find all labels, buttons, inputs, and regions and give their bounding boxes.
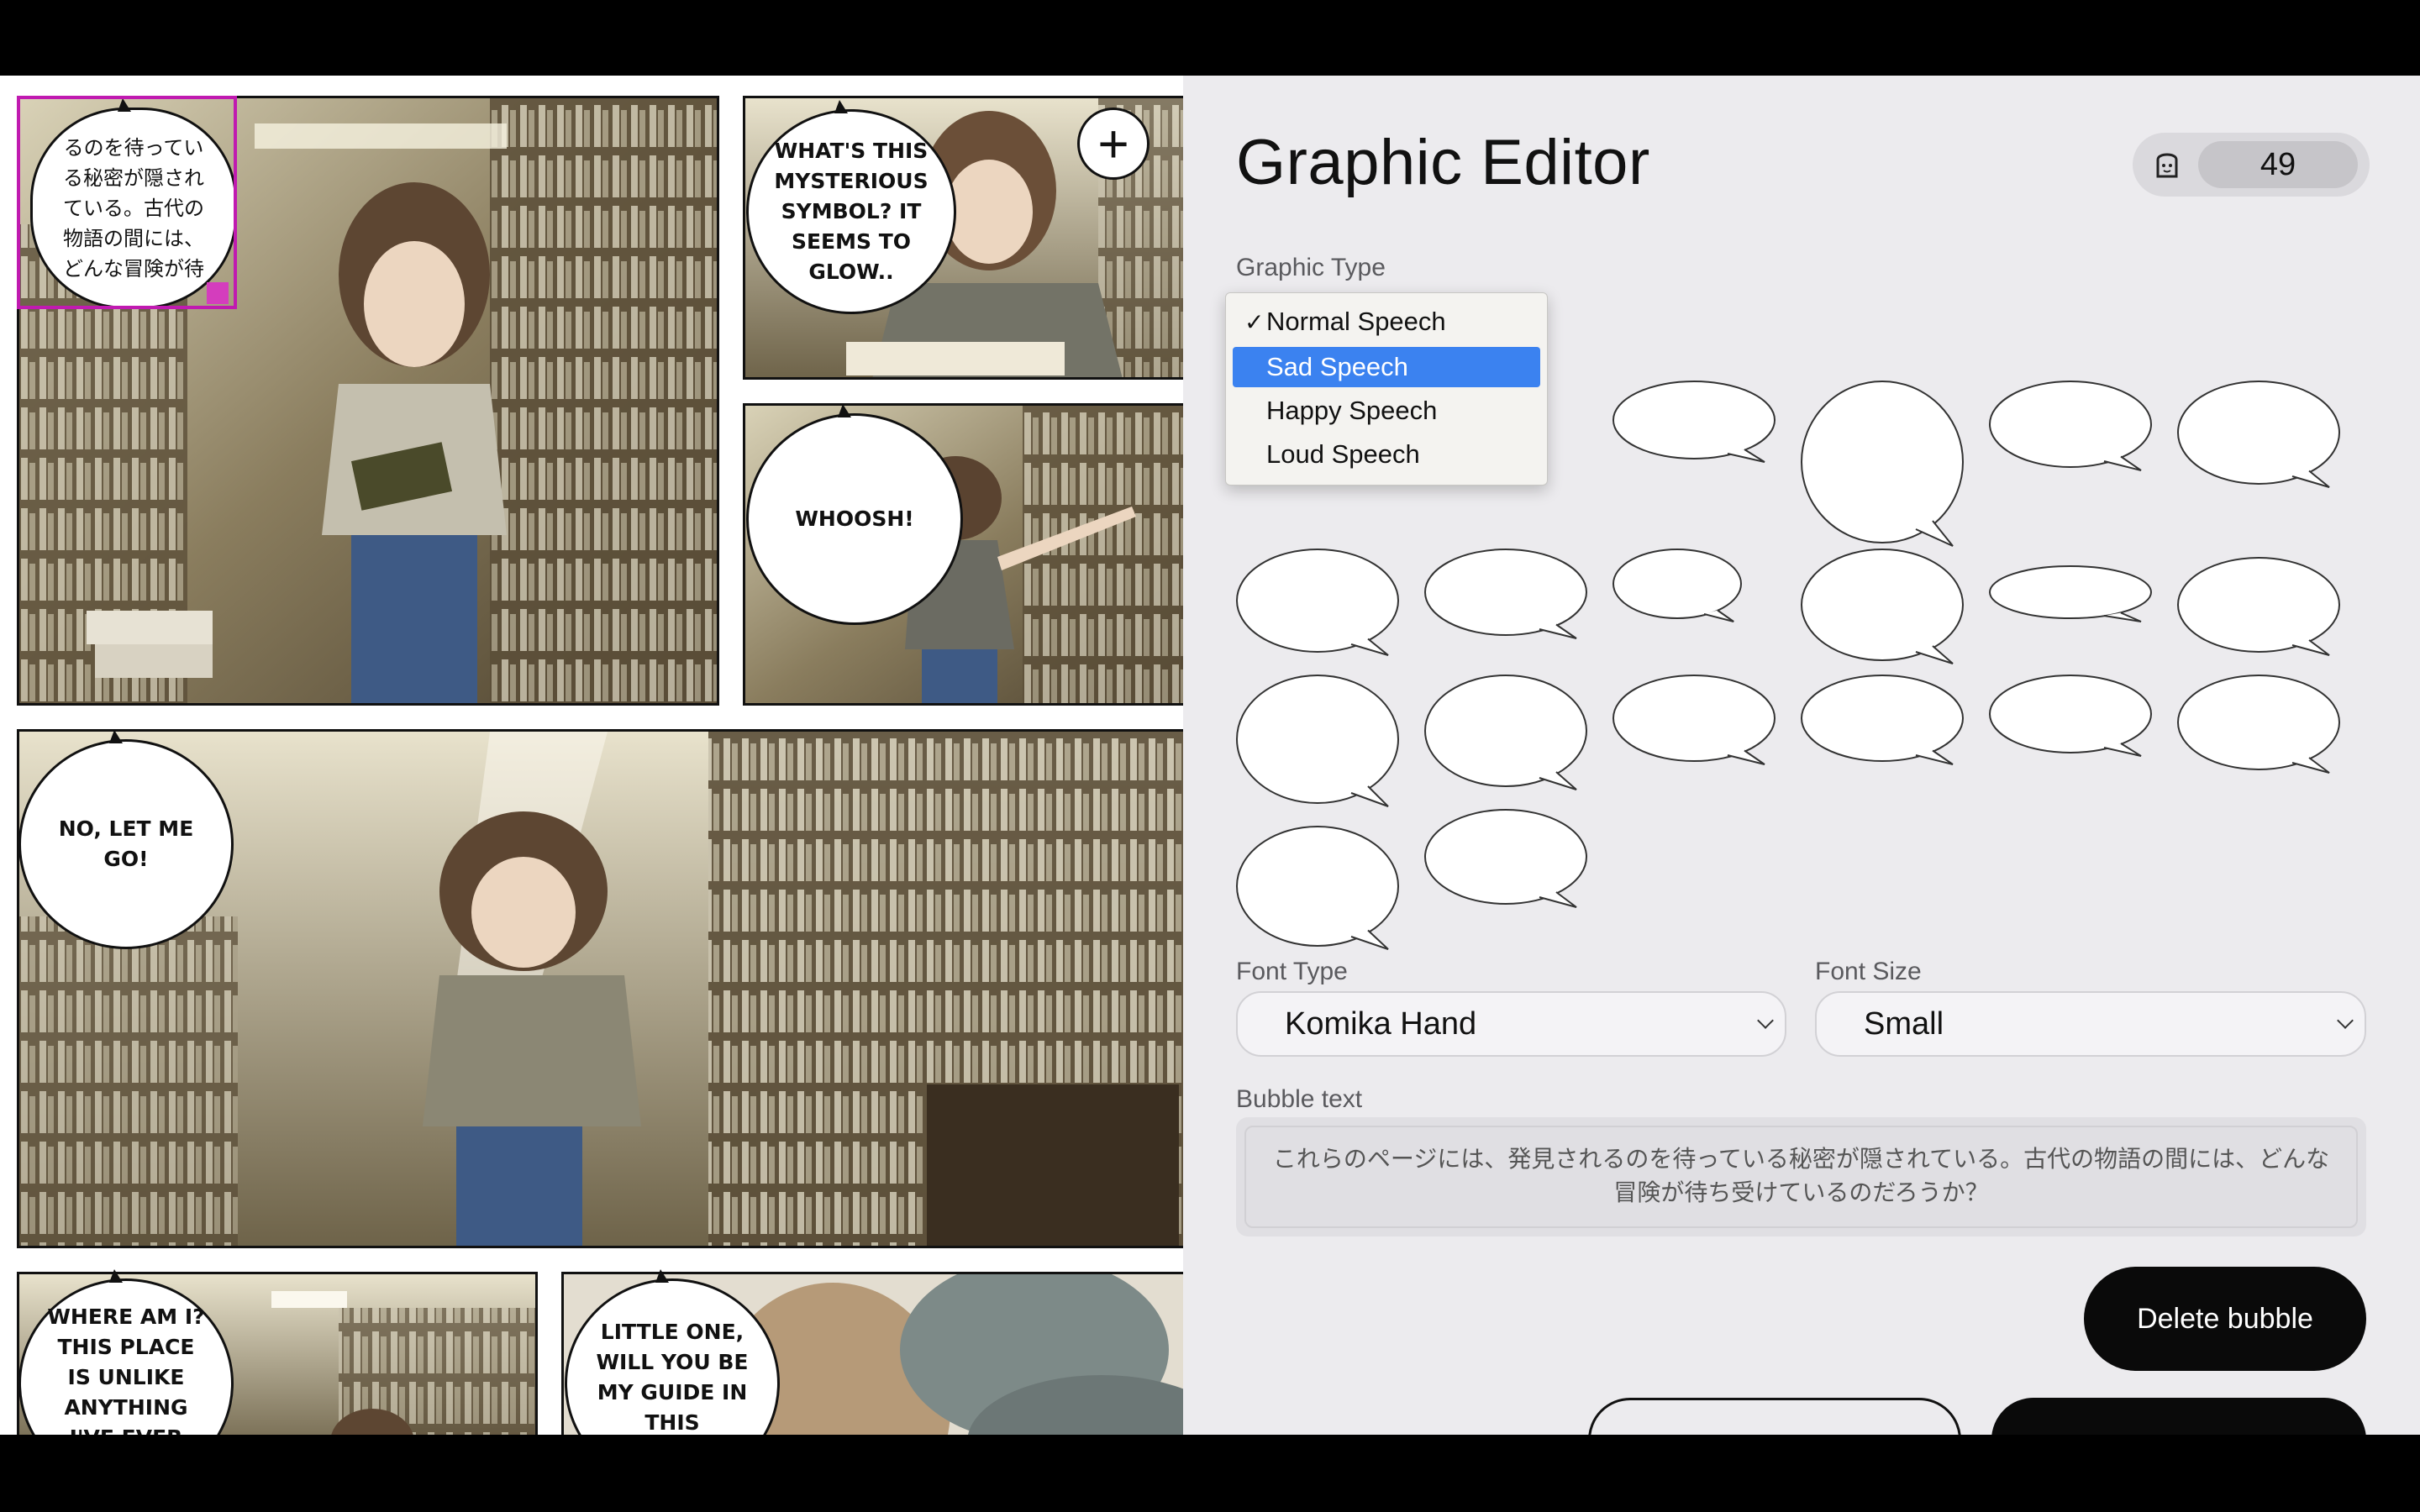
speech-bubble[interactable]: No, let me go! bbox=[18, 730, 234, 949]
speech-bubble-icon bbox=[1236, 826, 1399, 950]
toast-icon bbox=[2156, 153, 2178, 178]
bubble-text-input[interactable]: これらのページには、発見されるのを待っている秘密が隠されている。古代の物語の間に… bbox=[1236, 1117, 2366, 1236]
speech-bubble-icon bbox=[1612, 381, 1776, 463]
speech-bubble-icon bbox=[1236, 675, 1399, 807]
graphic-editor-panel: Graphic Editor 49 Graphic Type Font Type… bbox=[1183, 76, 2420, 1435]
speech-bubble-icon bbox=[1612, 549, 1742, 622]
bottom-letterbox bbox=[0, 1435, 2420, 1512]
speech-bubble-icon bbox=[1236, 549, 1399, 656]
credits-count: 49 bbox=[2198, 141, 2358, 188]
speech-bubble-icon bbox=[1989, 381, 2152, 471]
bubble-style-option[interactable] bbox=[1986, 378, 2154, 471]
bubble-style-option[interactable] bbox=[1798, 546, 1966, 664]
dropdown-item-happy-speech[interactable]: Happy Speech bbox=[1233, 391, 1540, 431]
selection-outline bbox=[17, 96, 237, 309]
dropdown-item-normal-speech[interactable]: ✓ Normal Speech bbox=[1233, 302, 1540, 342]
bubble-style-option[interactable] bbox=[1986, 672, 2154, 757]
top-letterbox bbox=[0, 0, 2420, 76]
add-bubble-button[interactable]: + bbox=[1077, 108, 1150, 180]
font-size-label: Font Size bbox=[1815, 958, 1922, 985]
bubble-style-option[interactable] bbox=[2175, 378, 2343, 488]
bubble-style-option[interactable] bbox=[1610, 672, 1778, 765]
dropdown-item-loud-speech[interactable]: Loud Speech bbox=[1233, 434, 1540, 475]
speech-bubble-icon bbox=[1989, 675, 2152, 757]
bubble-style-option[interactable] bbox=[2175, 554, 2343, 656]
secondary-action-button[interactable] bbox=[1588, 1398, 1961, 1435]
page-title: Graphic Editor bbox=[1236, 127, 1650, 198]
primary-action-button[interactable] bbox=[1991, 1398, 2366, 1435]
font-type-value: Komika Hand bbox=[1285, 1005, 1477, 1042]
speech-bubble-icon bbox=[1801, 381, 1964, 547]
font-type-label: Font Type bbox=[1236, 958, 1348, 985]
speech-bubble-icon bbox=[2177, 381, 2340, 488]
speech-bubble-icon bbox=[2177, 675, 2340, 774]
bubble-style-option[interactable] bbox=[1422, 672, 1590, 790]
checkmark-icon: ✓ bbox=[1244, 308, 1265, 335]
bubble-style-option[interactable] bbox=[1986, 563, 2154, 622]
speech-bubble-icon bbox=[1801, 675, 1964, 765]
font-size-select[interactable]: Small bbox=[1815, 991, 2366, 1057]
bubble-style-option[interactable] bbox=[2175, 672, 2343, 774]
font-size-value: Small bbox=[1864, 1005, 1944, 1042]
graphic-type-label: Graphic Type bbox=[1236, 254, 1386, 281]
bubble-style-option[interactable] bbox=[1234, 672, 1402, 807]
bubble-style-option[interactable] bbox=[1422, 806, 1590, 908]
speech-bubble-icon bbox=[1424, 675, 1587, 790]
bubble-style-option[interactable] bbox=[1234, 823, 1402, 950]
bubble-style-option[interactable] bbox=[1234, 546, 1402, 656]
speech-bubble-icon bbox=[1424, 549, 1587, 639]
speech-bubble-icon bbox=[1424, 809, 1587, 908]
speech-bubble-icon bbox=[2177, 557, 2340, 656]
comic-canvas[interactable]: るのを待ってい る秘密が隠され ている。古代の 物語の間には、 どんな冒険が待 … bbox=[0, 76, 1183, 1435]
bubble-style-option[interactable] bbox=[1798, 378, 1966, 547]
credits-badge: 49 bbox=[2133, 133, 2370, 197]
speech-bubble[interactable]: Whoosh! bbox=[746, 404, 963, 625]
textbox-border bbox=[1244, 1126, 2358, 1228]
bubble-style-option[interactable] bbox=[1610, 546, 1744, 622]
dropdown-item-sad-speech[interactable]: Sad Speech bbox=[1233, 347, 1540, 387]
bubble-style-option[interactable] bbox=[1422, 546, 1590, 639]
speech-bubble-icon bbox=[1801, 549, 1964, 664]
speech-bubble[interactable]: Where am I? This place is unlike anythin… bbox=[18, 1269, 234, 1435]
graphic-type-dropdown[interactable]: ✓ Normal Speech Sad Speech Happy Speech … bbox=[1225, 292, 1548, 486]
bubble-style-option[interactable] bbox=[1610, 378, 1778, 463]
chevron-down-icon bbox=[2337, 1012, 2354, 1029]
speech-bubble-icon bbox=[1989, 565, 2152, 622]
speech-bubble[interactable]: What's this mysterious symbol? It seems … bbox=[746, 100, 956, 314]
chevron-down-icon bbox=[1757, 1012, 1774, 1029]
bubble-style-option[interactable] bbox=[1798, 672, 1966, 765]
speech-bubble-icon bbox=[1612, 675, 1776, 765]
plus-icon: + bbox=[1097, 113, 1129, 174]
resize-handle[interactable] bbox=[207, 282, 229, 304]
font-type-select[interactable]: Komika Hand bbox=[1236, 991, 1786, 1057]
delete-bubble-button[interactable]: Delete bubble bbox=[2084, 1267, 2366, 1371]
bubble-text-label: Bubble text bbox=[1236, 1085, 1363, 1113]
